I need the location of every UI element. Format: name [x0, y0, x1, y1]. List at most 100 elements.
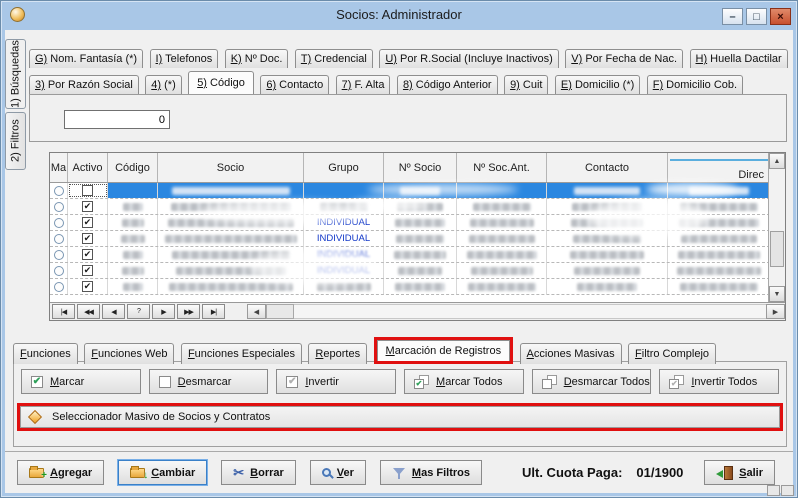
side-tab-busquedas[interactable]: 1) Búsquedas [5, 39, 26, 109]
tab-telefonos[interactable]: I) Telefonos [150, 49, 219, 68]
agregar-button[interactable]: + Agregar [17, 460, 104, 485]
row-select-radio[interactable] [50, 247, 68, 262]
row-select-radio[interactable] [50, 279, 68, 294]
tab-nom-fantasia[interactable]: G) Nom. Fantasía (*) [29, 49, 143, 68]
desmarcar-todos-button[interactable]: Desmarcar Todos [532, 369, 652, 394]
activo-checkbox[interactable] [68, 183, 108, 198]
activo-checkbox[interactable]: ✔ [68, 279, 108, 294]
table-row[interactable] [50, 183, 770, 199]
tab-credencial[interactable]: T) Credencial [295, 49, 373, 68]
table-row[interactable]: ✔ [50, 279, 770, 295]
maximize-button[interactable]: □ [746, 8, 767, 25]
nav-search-button[interactable]: ? [127, 304, 150, 319]
socios-table: Ma Activo Código Socio Grupo Nº Socio Nº… [49, 152, 786, 321]
horizontal-scroll-track[interactable] [294, 304, 766, 319]
tab-acciones-masivas[interactable]: Acciones Masivas [520, 343, 622, 364]
scroll-up-icon[interactable]: ▲ [769, 153, 785, 169]
nav-last-button[interactable]: ▶| [202, 304, 225, 319]
tab-reportes[interactable]: Reportes [308, 343, 367, 364]
horizontal-scroll-thumb[interactable] [266, 304, 294, 319]
close-button[interactable]: × [770, 8, 791, 25]
nav-fast-next-button[interactable]: ▶▶ [177, 304, 200, 319]
tab-filtro-complejo[interactable]: Filtro Complejo [628, 343, 716, 364]
table-row[interactable]: ✔ INDIVIDUAL [50, 247, 770, 263]
col-header-direccion[interactable]: Direc [668, 153, 770, 182]
row-select-radio[interactable] [50, 263, 68, 278]
tab-funciones[interactable]: Funciones [13, 343, 78, 364]
window-title: Socios: Administrador [1, 7, 797, 22]
tab-contacto[interactable]: 6) Contacto [260, 75, 329, 94]
row-select-radio[interactable] [50, 231, 68, 246]
tab-funciones-web[interactable]: Funciones Web [84, 343, 174, 364]
tab-domicilio-cob[interactable]: F) Domicilio Cob. [647, 75, 743, 94]
table-row[interactable]: ✔ [50, 199, 770, 215]
tab-num-doc[interactable]: K) Nº Doc. [225, 49, 289, 68]
tab-por-razon-social[interactable]: 3) Por Razón Social [29, 75, 139, 94]
minimize-button[interactable]: – [722, 8, 743, 25]
mas-filtros-button[interactable]: Mas Filtros [380, 460, 482, 485]
col-header-num-socio[interactable]: Nº Socio [384, 153, 457, 182]
cell-contacto [547, 247, 668, 262]
cambiar-button[interactable]: ↓ Cambiar [118, 460, 207, 485]
action-bar: + Agregar ↓ Cambiar ✂ Borrar Ver Mas Fil… [5, 451, 793, 493]
marcar-todos-button[interactable]: ✔ Marcar Todos [404, 369, 524, 394]
col-header-activo[interactable]: Activo [68, 153, 108, 182]
row-select-radio[interactable] [50, 183, 68, 198]
vertical-scroll-thumb[interactable] [770, 231, 784, 267]
title-bar[interactable]: Socios: Administrador – □ × [1, 1, 797, 30]
cell-num-socio [384, 263, 457, 278]
nav-first-button[interactable]: |◀ [52, 304, 75, 319]
vertical-scrollbar[interactable]: ▲ ▼ [768, 153, 785, 302]
table-row[interactable]: ✔ INDIVIDUAL [50, 263, 770, 279]
activo-checkbox[interactable]: ✔ [68, 247, 108, 262]
col-header-marca[interactable]: Ma [50, 153, 68, 182]
invertir-todos-button[interactable]: ✔ Invertir Todos [659, 369, 779, 394]
scroll-right-icon[interactable]: ▶ [766, 304, 785, 319]
checkbox-checked-icon: ✔ [31, 376, 43, 388]
nav-prev-button[interactable]: ◀ [102, 304, 125, 319]
invertir-button[interactable]: ✔ Invertir [276, 369, 396, 394]
cell-codigo [108, 199, 158, 214]
nav-fast-prev-button[interactable]: ◀◀ [77, 304, 100, 319]
tab-por-rsocial[interactable]: U) Por R.Social (Incluye Inactivos) [379, 49, 559, 68]
codigo-search-input[interactable] [64, 110, 170, 129]
resize-grip[interactable] [767, 485, 794, 496]
activo-checkbox[interactable]: ✔ [68, 231, 108, 246]
col-header-codigo[interactable]: Código [108, 153, 158, 182]
seleccionador-masivo-button[interactable]: Seleccionador Masivo de Socios y Contrat… [20, 406, 780, 428]
tab-asterisco[interactable]: 4) (*) [145, 75, 181, 94]
activo-checkbox[interactable]: ✔ [68, 215, 108, 230]
marcar-button[interactable]: ✔ Marcar [21, 369, 141, 394]
nav-next-button[interactable]: ▶ [152, 304, 175, 319]
tab-funciones-especiales[interactable]: Funciones Especiales [181, 343, 302, 364]
tab-codigo-anterior[interactable]: 8) Código Anterior [397, 75, 498, 94]
marcacion-panel: ✔ Marcar Desmarcar ✔ Invertir ✔ Marcar T… [13, 361, 787, 447]
col-header-contacto[interactable]: Contacto [547, 153, 668, 182]
col-header-grupo[interactable]: Grupo [304, 153, 384, 182]
scroll-left-icon[interactable]: ◀ [247, 304, 266, 319]
col-header-num-soc-ant[interactable]: Nº Soc.Ant. [457, 153, 547, 182]
col-header-socio[interactable]: Socio [158, 153, 304, 182]
tab-por-fecha-nac[interactable]: V) Por Fecha de Nac. [565, 49, 683, 68]
salir-button[interactable]: Salir [704, 460, 775, 485]
tab-huella-dactilar[interactable]: H) Huella Dactilar [690, 49, 788, 68]
table-row[interactable]: ✔ INDIVIDUAL [50, 231, 770, 247]
cell-direccion [668, 215, 770, 230]
tab-codigo[interactable]: 5) Código [188, 71, 254, 94]
desmarcar-button[interactable]: Desmarcar [149, 369, 269, 394]
table-row[interactable]: ✔ INDIVIDUAL [50, 215, 770, 231]
borrar-button[interactable]: ✂ Borrar [221, 460, 296, 485]
row-select-radio[interactable] [50, 215, 68, 230]
tab-marcacion-de-registros[interactable]: Marcación de Registros [377, 340, 511, 361]
row-select-radio[interactable] [50, 199, 68, 214]
tab-f-alta[interactable]: 7) F. Alta [336, 75, 391, 94]
status-ultima-cuota: Ult. Cuota Paga: 01/1900 [522, 465, 683, 480]
tab-cuit[interactable]: 9) Cuit [504, 75, 548, 94]
side-tab-filtros[interactable]: 2) Filtros [5, 112, 26, 170]
cell-num-socio [384, 231, 457, 246]
tab-domicilio[interactable]: E) Domicilio (*) [555, 75, 640, 94]
scroll-down-icon[interactable]: ▼ [769, 286, 785, 302]
ver-button[interactable]: Ver [310, 460, 366, 485]
activo-checkbox[interactable]: ✔ [68, 263, 108, 278]
activo-checkbox[interactable]: ✔ [68, 199, 108, 214]
